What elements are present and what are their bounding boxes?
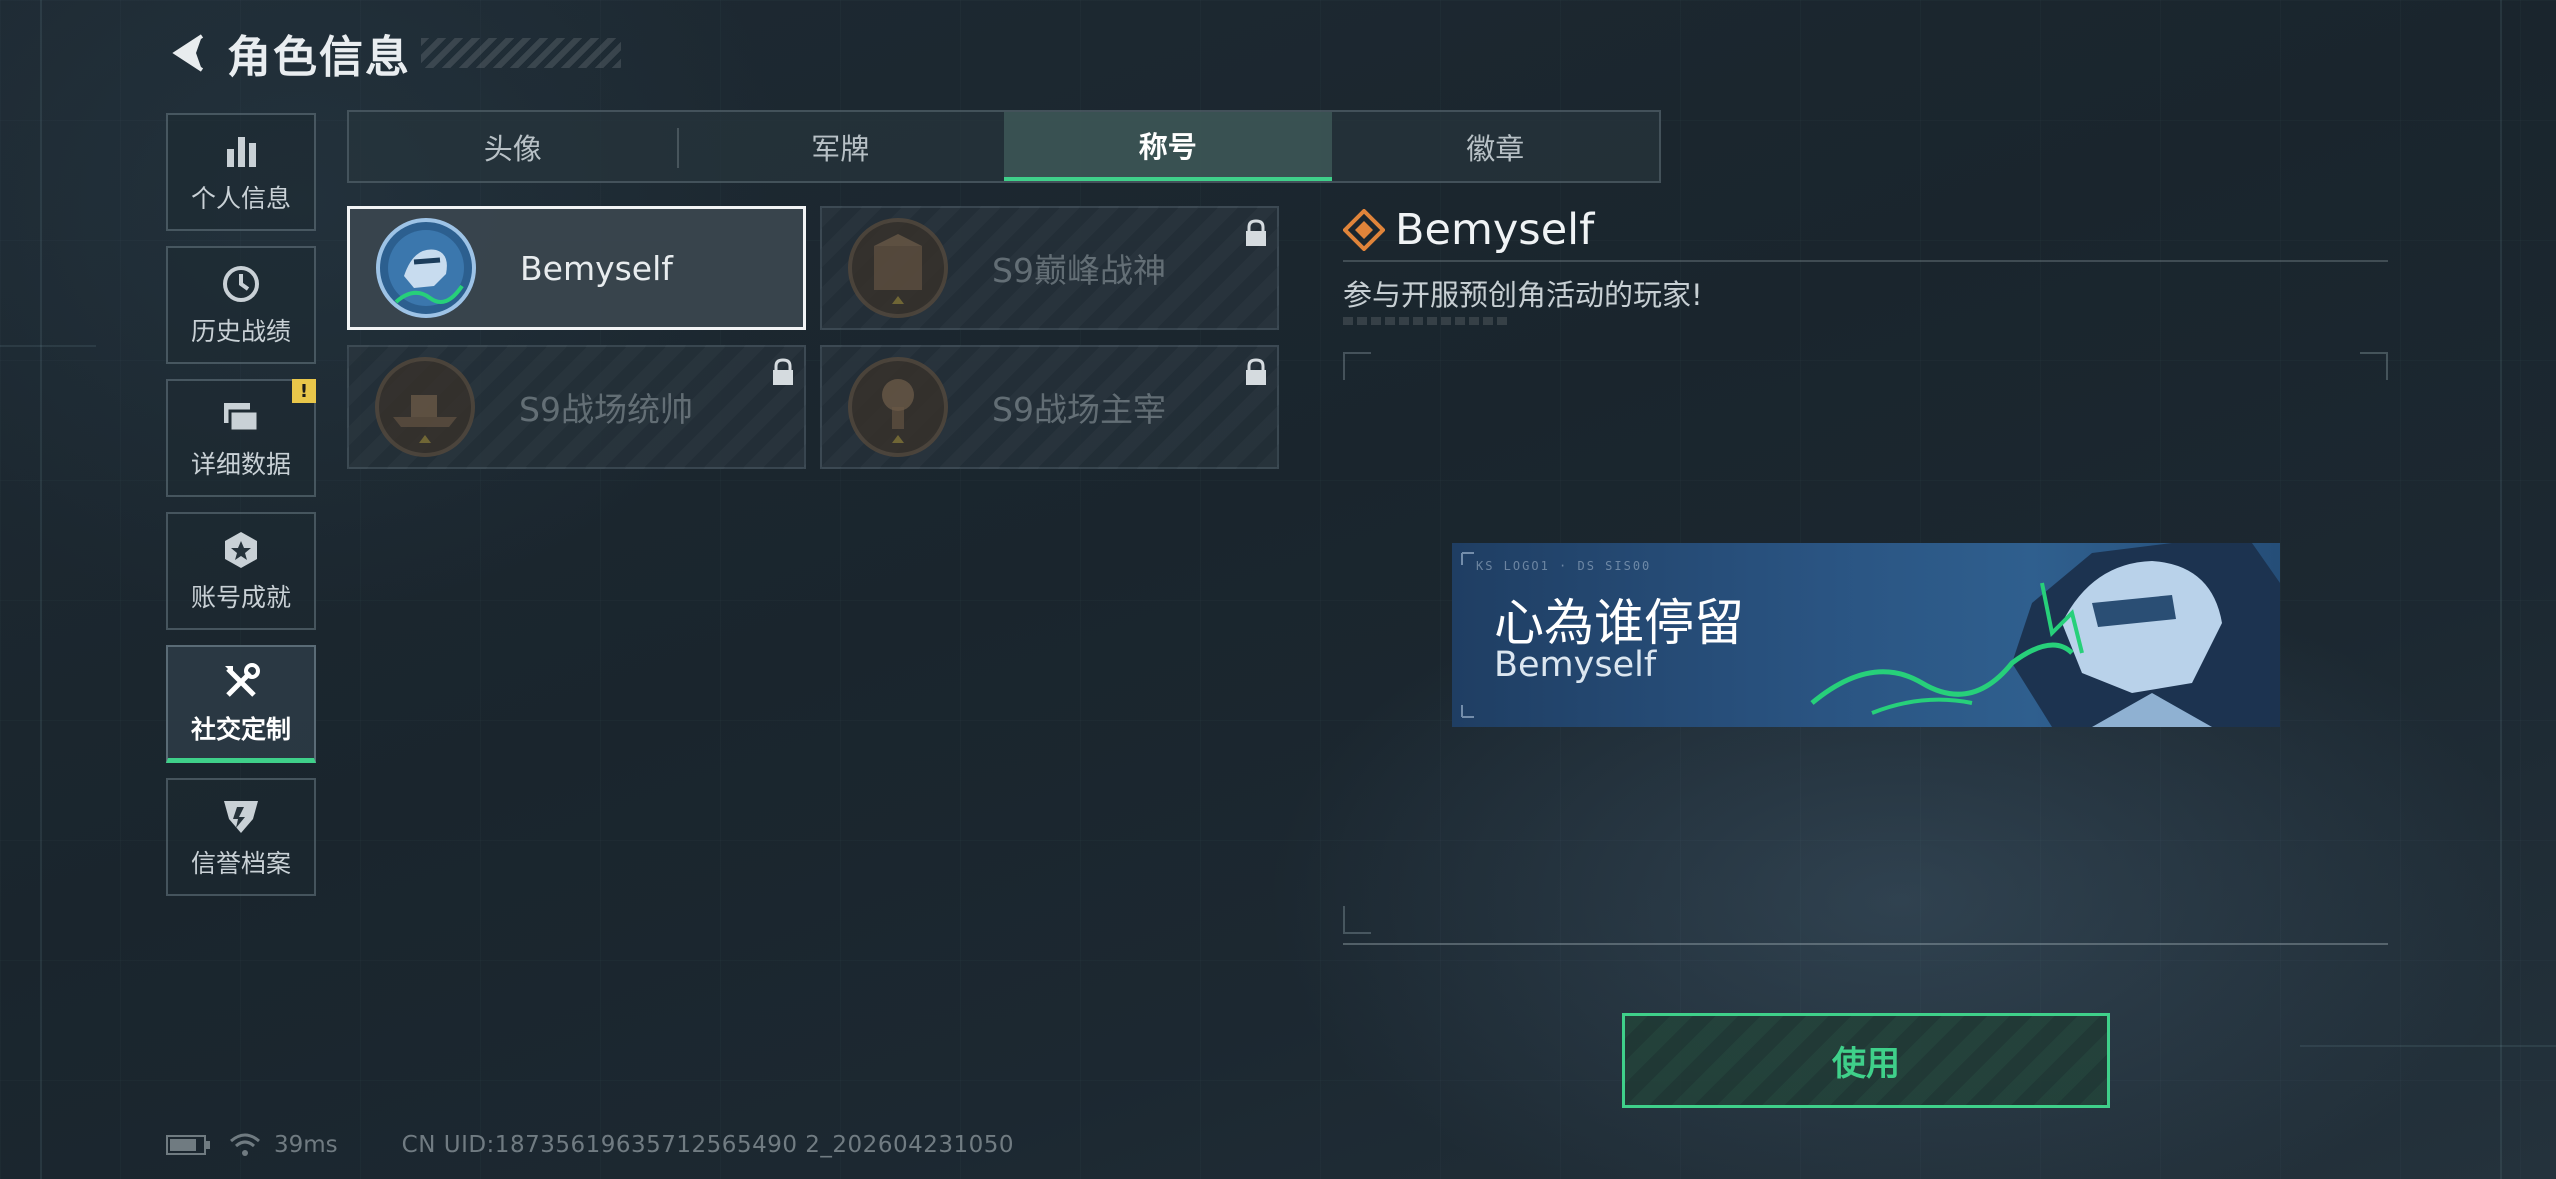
lock-icon xyxy=(1246,219,1266,246)
bar-chart-icon xyxy=(219,129,263,173)
tab-avatar[interactable]: 头像 xyxy=(349,112,677,181)
sidebar-item-label: 社交定制 xyxy=(190,714,291,744)
category-tabs: 头像 军牌 称号 徽章 xyxy=(347,110,1661,183)
frame-corner xyxy=(1343,352,1371,380)
shield-emblem-icon xyxy=(219,794,263,838)
ping-value: 39ms xyxy=(274,1132,338,1158)
page-header: 角色信息 xyxy=(165,22,621,84)
title-card-s9-commander[interactable]: S9战场统帅 xyxy=(347,345,806,469)
sidebar-item-personal-info[interactable]: 个人信息 xyxy=(166,113,316,231)
diamond-emblem-icon xyxy=(1343,209,1385,251)
frame-corner xyxy=(2360,352,2388,380)
title-card-s9-peak[interactable]: S9巅峰战神 xyxy=(820,206,1279,330)
tab-title[interactable]: 称号 xyxy=(1004,112,1332,181)
sidebar-item-history[interactable]: 历史战绩 xyxy=(166,246,316,364)
s9-dominator-emblem-icon xyxy=(848,357,948,457)
decor-line xyxy=(2300,1045,2556,1047)
sidebar-item-detailed-data[interactable]: ! 详细数据 xyxy=(166,379,316,497)
detail-description: 参与开服预创角活动的玩家! xyxy=(1343,278,1703,312)
detail-title-name: Bemyself xyxy=(1395,205,1595,255)
title-card-label: S9战场主宰 xyxy=(992,390,1166,429)
detail-header: Bemyself xyxy=(1343,205,1594,255)
back-arrow-icon xyxy=(172,34,204,72)
title-card-label: S9战场统帅 xyxy=(519,390,693,429)
battery-icon xyxy=(166,1135,210,1155)
title-card-bemyself[interactable]: Bemyself xyxy=(347,206,806,330)
medal-icon xyxy=(219,528,263,572)
bemyself-emblem-icon xyxy=(376,218,476,318)
folder-icon xyxy=(219,395,263,439)
tools-icon xyxy=(219,660,263,704)
history-clock-icon xyxy=(219,262,263,306)
warning-badge: ! xyxy=(292,379,316,403)
wifi-icon xyxy=(230,1133,260,1156)
s9-peak-emblem-icon xyxy=(848,218,948,318)
back-button[interactable] xyxy=(165,27,217,79)
divider xyxy=(1343,943,2388,945)
sidebar-item-label: 个人信息 xyxy=(190,184,291,213)
s9-commander-emblem-icon xyxy=(375,357,475,457)
decor-line xyxy=(0,345,96,347)
title-decoration xyxy=(421,38,621,68)
sidebar-item-label: 账号成就 xyxy=(190,583,291,612)
tab-dog-tag[interactable]: 军牌 xyxy=(676,112,1005,181)
sidebar-item-label: 详细数据 xyxy=(190,450,291,479)
decor-line xyxy=(2500,0,2502,1179)
side-nav: 个人信息 历史战绩 ! 详细数据 账号成就 社交定制 信誉档案 xyxy=(166,113,316,911)
title-card-label: S9巅峰战神 xyxy=(992,251,1166,290)
title-card-label: Bemyself xyxy=(520,248,673,288)
uid-text: CN UID:18735619635712565490 2_2026042310… xyxy=(401,1132,1015,1158)
title-card-s9-dominator[interactable]: S9战场主宰 xyxy=(820,345,1279,469)
page-title: 角色信息 xyxy=(227,32,411,83)
frame-corner xyxy=(1343,906,1371,934)
status-bar: 39ms CN UID:18735619635712565490 2_20260… xyxy=(166,1127,1014,1163)
lock-icon xyxy=(773,358,793,385)
sidebar-item-credit-record[interactable]: 信誉档案 xyxy=(166,778,316,896)
divider xyxy=(1343,260,2388,262)
decor-line xyxy=(40,0,42,1179)
banner-fine-print: KS LOGO1 · DS SIS00 xyxy=(1476,559,1652,573)
sidebar-item-label: 历史战绩 xyxy=(190,317,291,346)
use-button[interactable]: 使用 xyxy=(1622,1013,2110,1108)
sidebar-item-label: 信誉档案 xyxy=(190,849,291,878)
sidebar-item-social-custom[interactable]: 社交定制 xyxy=(166,645,316,763)
sidebar-item-achievements[interactable]: 账号成就 xyxy=(166,512,316,630)
lock-icon xyxy=(1246,358,1266,385)
banner-subtitle: Bemyself xyxy=(1494,645,1657,685)
title-banner-preview: KS LOGO1 · DS SIS00 心為谁停留 Bemyself xyxy=(1452,543,2280,727)
decor-stripe xyxy=(1343,317,1508,325)
tab-badge[interactable]: 徽章 xyxy=(1332,112,1660,181)
